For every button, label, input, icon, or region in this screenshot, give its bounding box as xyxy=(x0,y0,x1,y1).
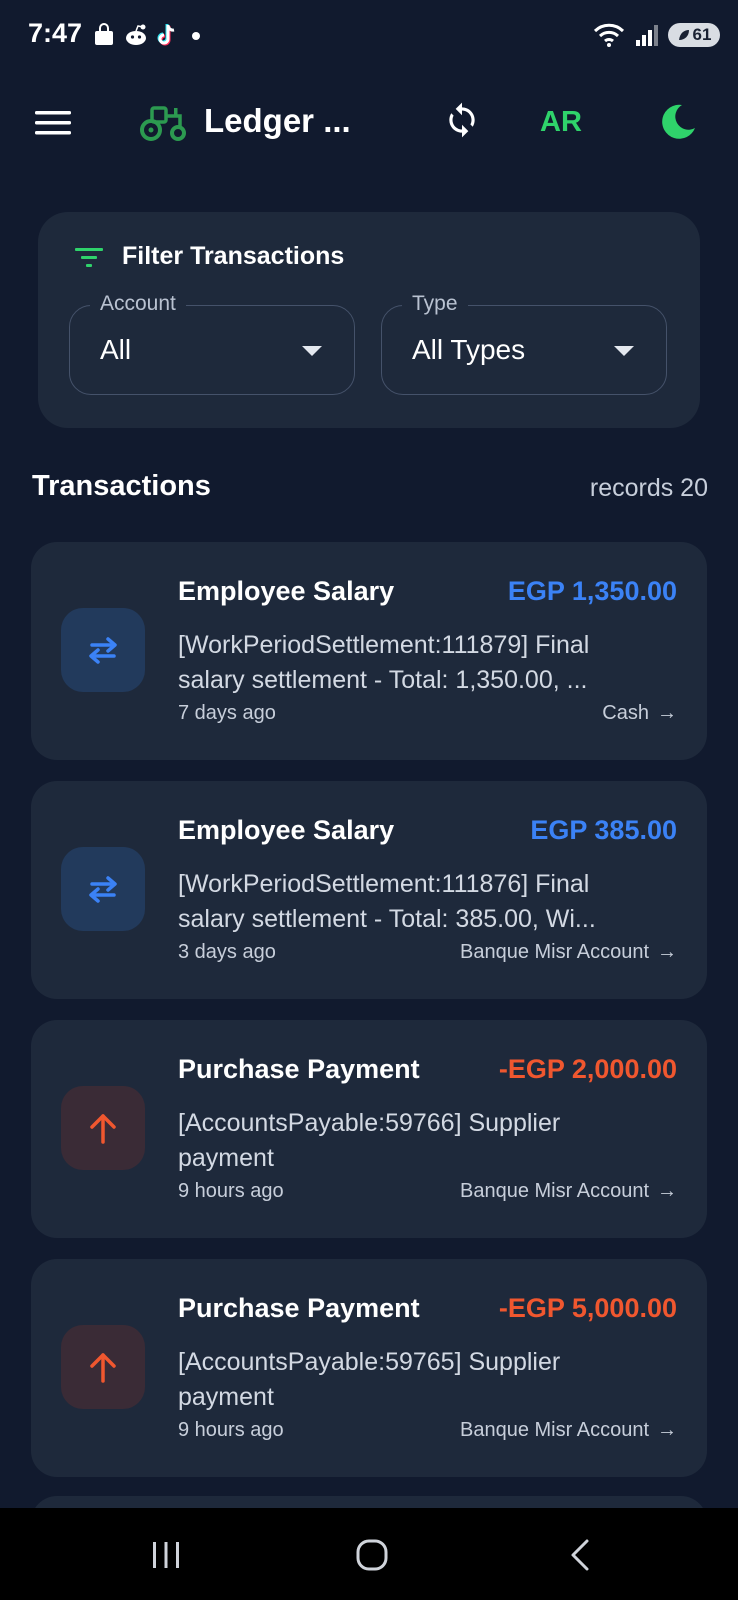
transaction-title: Purchase Payment xyxy=(178,1054,420,1084)
filter-card: Filter Transactions Account All Type All… xyxy=(38,212,700,428)
type-select-value: All Types xyxy=(412,334,526,365)
transaction-date: 3 days ago xyxy=(178,941,276,963)
transaction-description: [AccountsPayable:59765] Supplier payment xyxy=(178,1348,561,1411)
status-indicators: 61 xyxy=(592,20,720,50)
transaction-account: Cash xyxy=(602,702,649,724)
transaction-amount: EGP 1,350.00 xyxy=(507,576,677,606)
home-button[interactable] xyxy=(342,1530,402,1580)
account-select-value: All xyxy=(100,334,132,365)
transaction-title: Employee Salary xyxy=(178,576,395,606)
shopping-bag-icon xyxy=(95,23,113,45)
dropdown-caret-icon xyxy=(614,346,634,356)
notification-icons xyxy=(92,20,204,50)
transaction-description: [WorkPeriodSettlement:111876] Final sala… xyxy=(178,870,596,933)
transaction-type-badge xyxy=(61,1086,145,1170)
transaction-title: Employee Salary xyxy=(178,815,395,845)
account-select[interactable]: Account All xyxy=(69,292,355,395)
arrow-right-icon: → xyxy=(657,702,677,724)
hamburger-menu-icon xyxy=(35,111,71,135)
back-button[interactable] xyxy=(550,1530,610,1580)
arrow-up-icon xyxy=(90,1114,116,1144)
reddit-icon xyxy=(126,24,146,45)
transaction-date: 9 hours ago xyxy=(178,1180,284,1202)
transactions-title: Transactions xyxy=(32,470,211,502)
type-select-label: Type xyxy=(402,292,468,316)
transaction-amount: EGP 385.00 xyxy=(530,815,677,845)
moon-icon xyxy=(662,104,695,139)
transaction-account: Banque Misr Account xyxy=(460,1419,649,1441)
recent-apps-button[interactable] xyxy=(136,1530,196,1580)
language-toggle-button[interactable]: AR xyxy=(540,100,582,144)
arrow-up-icon xyxy=(90,1353,116,1383)
records-count: records 20 xyxy=(589,474,708,502)
transfer-arrows-icon xyxy=(89,876,117,903)
account-select-label: Account xyxy=(90,292,186,316)
sync-icon xyxy=(449,102,475,138)
app-bar: Ledger ... AR xyxy=(0,82,738,162)
transfer-arrows-icon xyxy=(89,637,117,664)
dropdown-caret-icon xyxy=(302,346,322,356)
home-icon xyxy=(356,1539,388,1571)
filter-icon xyxy=(75,247,103,267)
transaction-title: Purchase Payment xyxy=(178,1293,420,1323)
app-logo xyxy=(138,102,188,147)
sync-button[interactable] xyxy=(438,96,486,144)
back-chevron-icon xyxy=(571,1539,589,1571)
battery-saver-icon xyxy=(678,30,689,40)
filter-header: Filter Transactions xyxy=(74,242,344,271)
tractor-icon xyxy=(140,106,186,141)
dot-icon xyxy=(192,32,200,40)
transaction-card[interactable]: Employee Salary EGP 385.00 [WorkPeriodSe… xyxy=(31,781,707,999)
theme-toggle-button[interactable] xyxy=(654,98,702,146)
transaction-description: [WorkPeriodSettlement:111879] Final sala… xyxy=(178,631,590,694)
transaction-account: Banque Misr Account xyxy=(460,941,649,963)
arrow-right-icon: → xyxy=(657,941,677,963)
transaction-card[interactable]: Purchase Payment -EGP 5,000.00 [Accounts… xyxy=(31,1259,707,1477)
transaction-card[interactable]: Purchase Payment -EGP 2,000.00 [Accounts… xyxy=(31,1020,707,1238)
transaction-account-link[interactable]: Banque Misr Account → xyxy=(460,1180,677,1203)
status-bar: 7:47 61 xyxy=(0,0,738,70)
status-time: 7:47 xyxy=(28,18,83,48)
transaction-account-link[interactable]: Banque Misr Account → xyxy=(460,1419,677,1442)
app-title: Ledger ... xyxy=(204,102,351,139)
recent-apps-icon xyxy=(153,1542,179,1568)
type-select[interactable]: Type All Types xyxy=(381,292,667,395)
transaction-amount: -EGP 2,000.00 xyxy=(498,1054,677,1084)
transaction-date: 9 hours ago xyxy=(178,1419,284,1441)
transaction-type-badge xyxy=(61,1325,145,1409)
transaction-account-link[interactable]: Banque Misr Account → xyxy=(460,941,677,964)
arrow-right-icon: → xyxy=(657,1180,677,1202)
menu-button[interactable] xyxy=(30,100,76,146)
transaction-type-badge xyxy=(61,608,145,692)
wifi-icon xyxy=(593,23,625,47)
transaction-account-link[interactable]: Cash → xyxy=(602,702,677,725)
battery-indicator: 61 xyxy=(668,23,720,47)
battery-level: 61 xyxy=(692,25,712,44)
transaction-account: Banque Misr Account xyxy=(460,1180,649,1202)
transaction-type-badge xyxy=(61,847,145,931)
transaction-amount: -EGP 5,000.00 xyxy=(498,1293,677,1323)
filter-title: Filter Transactions xyxy=(122,242,345,270)
transaction-date: 7 days ago xyxy=(178,702,276,724)
tiktok-icon xyxy=(157,24,175,46)
arrow-right-icon: → xyxy=(657,1419,677,1441)
system-navigation-bar xyxy=(0,1508,738,1600)
transaction-card[interactable]: Employee Salary EGP 1,350.00 [WorkPeriod… xyxy=(31,542,707,760)
transaction-description: [AccountsPayable:59766] Supplier payment xyxy=(178,1109,561,1172)
signal-icon xyxy=(636,25,658,46)
